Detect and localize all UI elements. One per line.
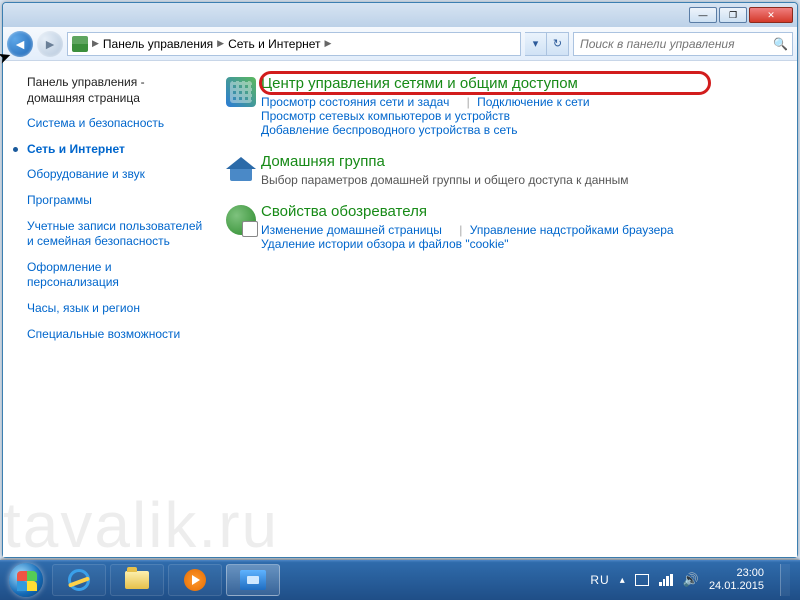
breadcrumb-item-0[interactable]: Панель управления [103,37,213,51]
chevron-right-icon: ▶ [92,38,99,49]
maximize-button[interactable]: ❐ [719,7,747,23]
window-frame: — ❐ ✕ ◄ ► ▶ Панель управления ▶ Сеть и И… [2,2,798,558]
search-icon[interactable]: 🔍 [773,37,788,51]
link-delete-history[interactable]: Удаление истории обзора и файлов "cookie… [261,237,509,251]
breadcrumb-item-1[interactable]: Сеть и Интернет [228,37,320,51]
sidebar-item-hardware[interactable]: Оборудование и звук [27,167,203,183]
chevron-right-icon: ▶ [217,38,224,49]
titlebar: — ❐ ✕ [3,3,797,27]
control-panel-icon [72,36,88,52]
section-network-center: Центр управления сетями и общим доступом… [221,75,777,137]
link-add-wireless[interactable]: Добавление беспроводного устройства в се… [261,123,518,137]
network-tray-icon[interactable] [659,574,673,586]
play-icon [184,569,206,591]
start-button[interactable] [4,562,48,598]
active-bullet-icon [13,147,18,152]
taskbar: RU ▴ 🔊 23:00 24.01.2015 [0,560,800,600]
link-view-status[interactable]: Просмотр состояния сети и задач [261,95,449,109]
link-change-homepage[interactable]: Изменение домашней страницы [261,223,442,237]
network-center-icon [226,77,256,107]
show-desktop-button[interactable] [780,564,790,596]
folder-icon [125,571,149,589]
tray-overflow-button[interactable]: ▴ [620,575,625,586]
content-area: Панель управления - домашняя страница Си… [3,61,797,557]
section-internet-options: Свойства обозревателя Изменение домашней… [221,203,777,251]
clock-time: 23:00 [709,567,764,580]
windows-orb-icon [9,563,43,597]
sidebar-home[interactable]: Панель управления - домашняя страница [27,75,203,106]
taskbar-control-panel[interactable] [226,564,280,596]
link-manage-addons[interactable]: Управление надстройками браузера [470,223,674,237]
search-input[interactable] [578,36,769,52]
close-button[interactable]: ✕ [749,7,793,23]
search-box[interactable]: 🔍 [573,32,793,56]
link-homegroup-options[interactable]: Выбор параметров домашней группы и общег… [261,173,629,187]
sidebar-item-users[interactable]: Учетные записи пользователей и семейная … [27,219,203,250]
system-tray: RU ▴ 🔊 23:00 24.01.2015 [590,564,796,596]
sidebar-item-access[interactable]: Специальные возможности [27,327,203,343]
address-dropdown-button[interactable]: ▾ [525,32,547,56]
refresh-button[interactable]: ↻ [547,32,569,56]
internet-options-icon [226,205,256,235]
link-view-devices[interactable]: Просмотр сетевых компьютеров и устройств [261,109,510,123]
navbar: ◄ ► ▶ Панель управления ▶ Сеть и Интерне… [3,27,797,61]
sidebar-item-clock[interactable]: Часы, язык и регион [27,301,203,317]
taskbar-explorer[interactable] [110,564,164,596]
chevron-right-icon: ▶ [325,38,332,49]
separator: | [467,95,470,109]
ie-icon [68,569,90,591]
homegroup-title[interactable]: Домашняя группа [261,153,385,170]
sidebar: Панель управления - домашняя страница Си… [3,61,213,557]
action-center-icon[interactable] [635,574,649,586]
link-connect[interactable]: Подключение к сети [477,95,589,109]
separator: | [459,223,462,237]
taskbar-mediaplayer[interactable] [168,564,222,596]
clock[interactable]: 23:00 24.01.2015 [709,567,764,592]
breadcrumb[interactable]: ▶ Панель управления ▶ Сеть и Интернет ▶ [67,32,521,56]
sidebar-item-system[interactable]: Система и безопасность [27,116,203,132]
back-button[interactable]: ◄ [7,31,33,57]
homegroup-icon [226,155,256,185]
section-homegroup: Домашняя группа Выбор параметров домашне… [221,153,777,187]
forward-button[interactable]: ► [37,31,63,57]
language-indicator[interactable]: RU [590,573,609,587]
sidebar-item-network[interactable]: Сеть и Интернет [27,142,125,158]
sidebar-item-appearance[interactable]: Оформление и персонализация [27,260,203,291]
network-center-title[interactable]: Центр управления сетями и общим доступом [261,75,578,92]
clock-date: 24.01.2015 [709,580,764,593]
control-panel-task-icon [240,570,266,590]
sidebar-item-programs[interactable]: Программы [27,193,203,209]
minimize-button[interactable]: — [689,7,717,23]
taskbar-ie[interactable] [52,564,106,596]
internet-options-title[interactable]: Свойства обозревателя [261,203,427,220]
volume-icon[interactable]: 🔊 [683,572,699,588]
main-panel: Центр управления сетями и общим доступом… [213,61,797,557]
